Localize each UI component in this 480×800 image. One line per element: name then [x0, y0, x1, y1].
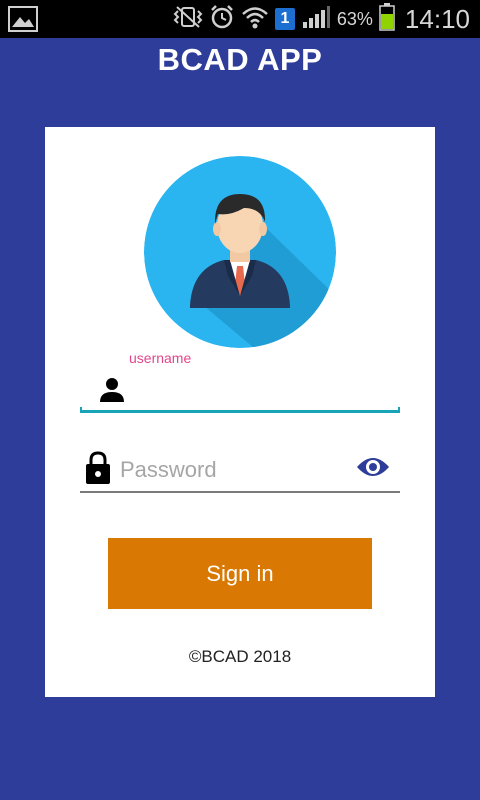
username-input[interactable]	[138, 377, 392, 407]
battery-percent: 63%	[336, 8, 373, 29]
user-avatar	[144, 156, 336, 348]
person-icon	[98, 376, 126, 409]
sign-in-button[interactable]: Sign in	[108, 538, 372, 609]
status-bar: 1 63% 14:10	[0, 0, 480, 38]
lock-icon	[85, 451, 111, 490]
copyright-text: ©BCAD 2018	[188, 647, 292, 666]
password-input[interactable]	[118, 454, 342, 486]
username-label: username	[129, 350, 192, 366]
gallery-icon	[8, 6, 38, 37]
app-title: BCAD APP	[157, 42, 323, 77]
login-card: username Sign in ©BCAD 2018	[45, 127, 435, 697]
password-field[interactable]	[80, 447, 400, 493]
wifi-icon	[241, 4, 269, 35]
show-password-eye-icon[interactable]	[356, 455, 390, 484]
username-field[interactable]	[80, 371, 400, 413]
status-time: 14:10	[404, 3, 470, 34]
alarm-icon	[209, 4, 235, 35]
vibrate-icon	[173, 5, 203, 34]
battery-icon	[379, 2, 395, 36]
signal-icon	[301, 4, 331, 35]
sim-icon: 1	[274, 8, 295, 30]
